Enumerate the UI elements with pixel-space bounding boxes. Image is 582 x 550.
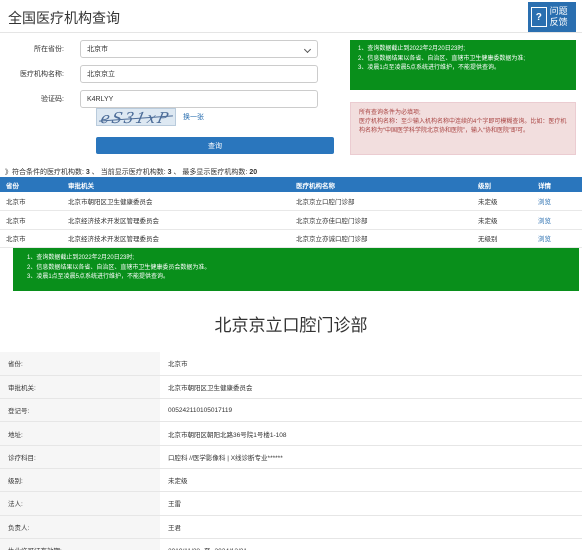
detail-value: 王雷 [160,491,582,516]
query-button[interactable]: 查询 [96,137,334,154]
detail-row: 级别: 未定级 [0,468,582,493]
detail-table: 省份: 北京市 审批机关: 北京市朝阳区卫生健康委员会 登记号: 0052421101… [0,352,582,550]
cell-org-name: 北京京立亦诚口腔门诊部 [290,229,472,248]
query-notice-item: 1、查询数据截止到2022年2月20日23时; [358,46,466,52]
question-icon: ? [531,7,547,27]
summary-current-label: 、 当前显示医疗机构数: [91,169,166,176]
col-detail: 详情 [532,177,582,192]
query-notice-item: 3、凌晨1点至凌晨5点系统进行维护，不能提供查询。 [358,65,501,71]
refresh-captcha-link[interactable]: 换一张 [183,112,204,122]
banner-item: 1、查询数据截止到2022年2月20日23时; [27,255,135,261]
province-label: 所在省份: [34,46,64,53]
requirements-notice: 所有查询条件为必填项; 医疗机构名称：至少输入机构名称中连续的4个字即可模糊查询… [350,102,576,155]
detail-value: 北京市 [160,352,582,376]
detail-row: 诊疗科目: 口腔科 //医学影像科 | X线诊断专业****** [0,445,582,469]
summary-max-label: 、 最多显示医疗机构数: [173,169,248,176]
detail-value: 2019/11/28 -至- 2024/12/31 [160,538,582,550]
col-org-name: 医疗机构名称 [290,177,472,192]
feedback-button[interactable]: ? 问题 反馈 [528,2,576,32]
col-authority: 审批机关 [62,177,290,192]
detail-value: 王君 [160,515,582,539]
province-select[interactable]: 北京市 [80,40,318,58]
page-title: 全国医疗机构查询 [8,10,120,26]
detail-value: 005242110105017119 [160,398,582,423]
max-count: 20 [249,169,258,176]
detail-row: 审批机关: 北京市朝阳区卫生健康委员会 [0,375,582,400]
col-level: 级别 [472,177,532,192]
detail-key: 诊疗科目: [0,445,160,469]
feedback-label-line2: 反馈 [549,17,568,27]
detail-key: 法人: [0,491,160,516]
detail-key: 执业许可证有效期: [0,538,160,550]
institution-name-heading: 北京京立口腔门诊部 [214,316,368,335]
title-divider [0,32,582,33]
org-name-input[interactable]: 北京京立 [80,65,318,83]
requirements-title: 所有查询条件为必填项; [359,110,421,116]
cell-org-name: 北京京立亦佳口腔门诊部 [290,210,472,230]
detail-key: 级别: [0,468,160,493]
view-detail-link[interactable]: 浏览 [532,229,582,248]
current-count: 3 [167,169,172,176]
summary-prefix: 》符合条件的医疗机构数: [5,169,84,176]
view-detail-link[interactable]: 浏览 [532,192,582,211]
detail-row: 地址: 北京市朝阳区朝阳北路36号院1号楼1-108 [0,421,582,446]
table-row: 北京市 北京经济技术开发区管理委员会 北京京立亦诚口腔门诊部 无级别 浏览 [0,229,582,248]
query-notice-item: 2、信息数据结果以各省、自治区、直辖市卫生健康委数据为准; [358,55,526,62]
detail-key: 地址: [0,421,160,446]
feedback-label: 问题 反馈 [550,6,573,28]
cell-province: 北京市 [0,210,62,230]
org-name-row: 医疗机构名称: 北京京立 [0,65,318,83]
matched-count: 3 [85,169,90,176]
detail-row: 负责人: 王君 [0,515,582,539]
captcha-input[interactable]: K4RLYY [80,90,318,108]
cell-level: 未定级 [472,192,532,211]
banner-item: 3、凌晨1点至凌晨5点系统进行维护，不能提供查询。 [27,274,170,280]
results-table: 省份 审批机关 医疗机构名称 级别 详情 北京市 北京市朝阳区卫生健康委员会 北… [0,177,582,248]
cell-province: 北京市 [0,192,62,211]
captcha-label: 验证码: [41,96,64,103]
cell-province: 北京市 [0,229,62,248]
detail-key: 登记号: [0,398,160,423]
requirements-text: 医疗机构名称：至少输入机构名称中连续的4个字即可模糊查询。比如：医疗机构名称为“… [359,119,567,134]
detail-value: 北京市朝阳区朝阳北路36号院1号楼1-108 [160,421,582,446]
detail-key: 负责人: [0,515,160,539]
detail-value: 未定级 [160,468,582,493]
banner-item: 2、信息数据结果以各省、自治区、直辖市卫生健康委员会数据为准。 [27,264,211,271]
query-notice: 1、查询数据截止到2022年2月20日23时; 2、信息数据结果以各省、自治区、… [350,40,576,90]
view-detail-link[interactable]: 浏览 [532,210,582,230]
cell-level: 无级别 [472,229,532,248]
feedback-label-line1: 问题 [549,6,568,16]
captcha-image[interactable]: eS31xP [96,108,176,126]
cell-authority: 北京经济技术开发区管理委员会 [62,229,290,248]
table-row: 北京市 北京经济技术开发区管理委员会 北京京立亦佳口腔门诊部 未定级 浏览 [0,210,582,230]
col-province: 省份 [0,177,62,192]
result-summary: 》符合条件的医疗机构数: 3 、 当前显示医疗机构数: 3 、 最多显示医疗机构… [5,167,257,177]
detail-row: 省份: 北京市 [0,352,582,376]
captcha-row: 验证码: K4RLYY [0,90,318,108]
detail-row: 登记号: 005242110105017119 [0,398,582,423]
table-row: 北京市 北京市朝阳区卫生健康委员会 北京京立口腔门诊部 未定级 浏览 [0,192,582,211]
detail-value: 口腔科 //医学影像科 | X线诊断专业****** [160,445,582,469]
results-header: 省份 审批机关 医疗机构名称 级别 详情 [0,177,582,192]
detail-row: 法人: 王雷 [0,491,582,516]
cell-org-name: 北京京立口腔门诊部 [290,192,472,211]
cell-authority: 北京经济技术开发区管理委员会 [62,210,290,230]
province-row: 所在省份: 北京市 [0,40,318,58]
detail-value: 北京市朝阳区卫生健康委员会 [160,375,582,400]
detail-row: 执业许可证有效期:2019/11/28 -至- 2024/12/31 [0,538,582,550]
cell-level: 未定级 [472,210,532,230]
detail-key: 审批机关: [0,375,160,400]
data-notice-banner: 1、查询数据截止到2022年2月20日23时; 2、信息数据结果以各省、自治区、… [13,248,579,291]
org-name-label: 医疗机构名称: [20,71,64,78]
cell-authority: 北京市朝阳区卫生健康委员会 [62,192,290,211]
detail-key: 省份: [0,352,160,376]
